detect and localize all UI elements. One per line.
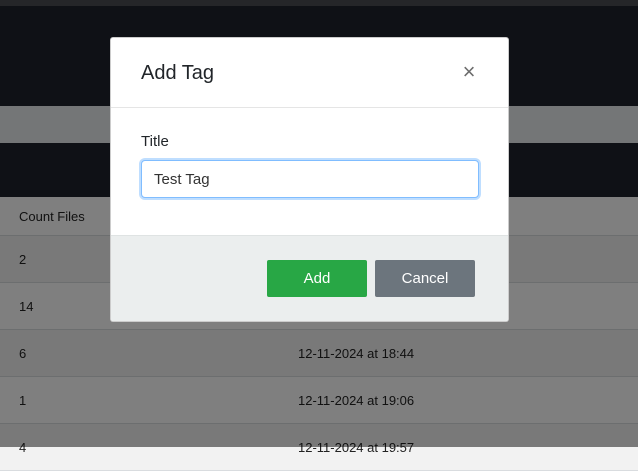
- add-tag-dialog: Add Tag × Title Add Cancel: [110, 37, 509, 322]
- title-input[interactable]: [141, 160, 479, 198]
- dialog-body: Title: [111, 108, 508, 235]
- dialog-footer: Add Cancel: [111, 235, 508, 321]
- title-field-label: Title: [141, 133, 169, 150]
- add-button[interactable]: Add: [267, 260, 367, 297]
- dialog-title: Add Tag: [141, 62, 215, 84]
- cancel-button[interactable]: Cancel: [375, 260, 475, 297]
- close-icon[interactable]: ×: [460, 61, 478, 83]
- dialog-header: Add Tag ×: [111, 38, 508, 108]
